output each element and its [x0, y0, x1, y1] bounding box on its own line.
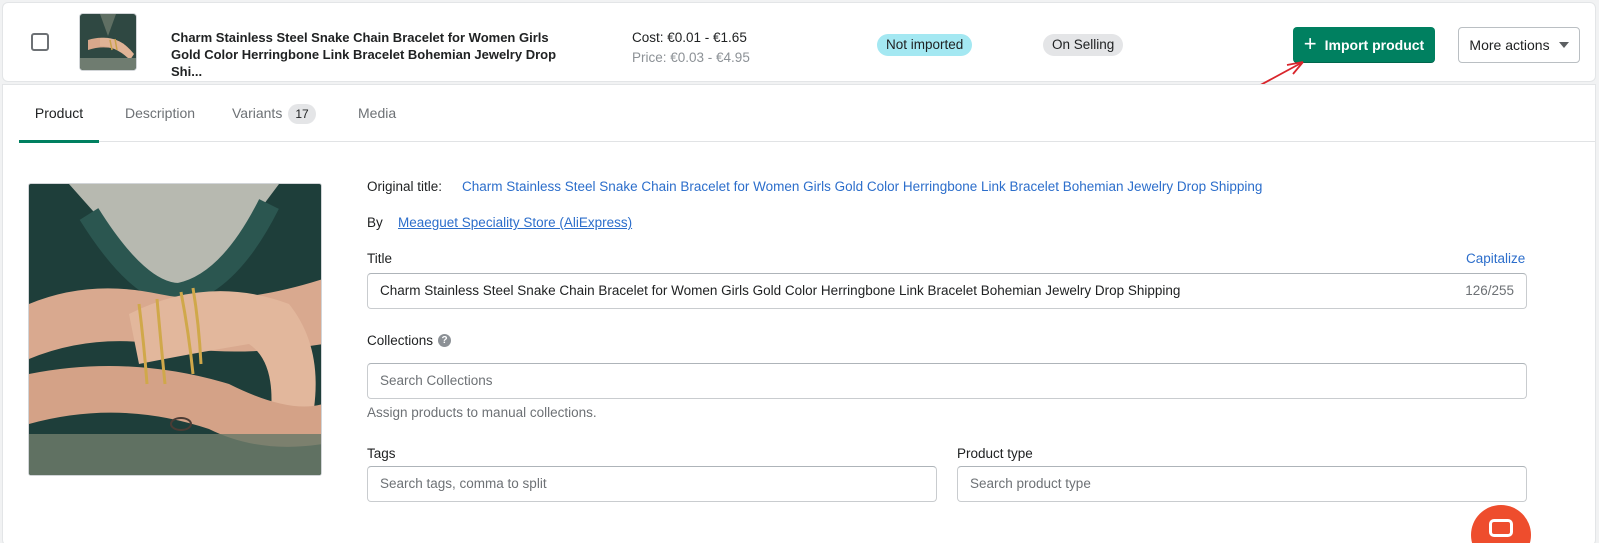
product-import-page: Charm Stainless Steel Snake Chain Bracel…: [0, 0, 1599, 543]
variants-count-badge: 17: [288, 103, 316, 124]
collections-search-input[interactable]: Search Collections: [367, 363, 1527, 399]
capitalize-link[interactable]: Capitalize: [1466, 251, 1525, 266]
caret-down-icon: [1558, 42, 1569, 48]
product-title: Charm Stainless Steel Snake Chain Bracel…: [171, 30, 557, 79]
product-thumbnail: [79, 13, 137, 71]
product-type-input[interactable]: Search product type: [957, 466, 1527, 502]
title-label: Title: [367, 251, 393, 266]
tab-media[interactable]: Media: [358, 85, 396, 142]
title-char-counter: 126/255: [1465, 283, 1514, 298]
tags-input[interactable]: Search tags, comma to split: [367, 466, 937, 502]
collections-label: Collections: [367, 333, 434, 348]
original-title-link[interactable]: Charm Stainless Steel Snake Chain Bracel…: [462, 179, 1262, 194]
product-details-panel: Product Description Variants 17 Media Or…: [2, 84, 1596, 543]
title-input-value: Charm Stainless Steel Snake Chain Bracel…: [380, 283, 1181, 298]
chat-icon: [1489, 519, 1513, 537]
help-icon[interactable]: ?: [438, 334, 452, 347]
product-header-row: Charm Stainless Steel Snake Chain Bracel…: [2, 2, 1596, 82]
tab-product[interactable]: Product: [19, 85, 99, 143]
original-title-label: Original title:: [367, 179, 443, 194]
collections-help-text: Assign products to manual collections.: [367, 405, 597, 420]
title-input[interactable]: Charm Stainless Steel Snake Chain Bracel…: [367, 273, 1527, 309]
import-status-badge: Not imported: [877, 34, 973, 56]
more-actions-button[interactable]: More actions: [1458, 27, 1580, 63]
tab-description[interactable]: Description: [125, 85, 195, 142]
tab-variants[interactable]: Variants 17: [232, 85, 316, 142]
by-label: By: [367, 215, 383, 230]
product-main-image: [28, 183, 322, 476]
selling-status-badge: On Selling: [1043, 34, 1124, 56]
tags-label: Tags: [367, 446, 396, 461]
cost-range: Cost: €0.01 - €1.65: [632, 30, 747, 45]
product-type-label: Product type: [957, 446, 1033, 461]
select-product-checkbox[interactable]: [31, 33, 49, 51]
store-link[interactable]: Meaeguet Speciality Store (AliExpress): [398, 215, 632, 230]
plus-icon: +: [1303, 31, 1317, 56]
more-actions-label: More actions: [1469, 37, 1550, 53]
tab-bar: Product Description Variants 17 Media: [19, 85, 1595, 143]
price-range: Price: €0.03 - €4.95: [632, 50, 750, 65]
collections-label-row: Collections ?: [367, 333, 452, 348]
tab-variants-label: Variants: [232, 105, 283, 121]
import-product-label: Import product: [1324, 37, 1425, 53]
